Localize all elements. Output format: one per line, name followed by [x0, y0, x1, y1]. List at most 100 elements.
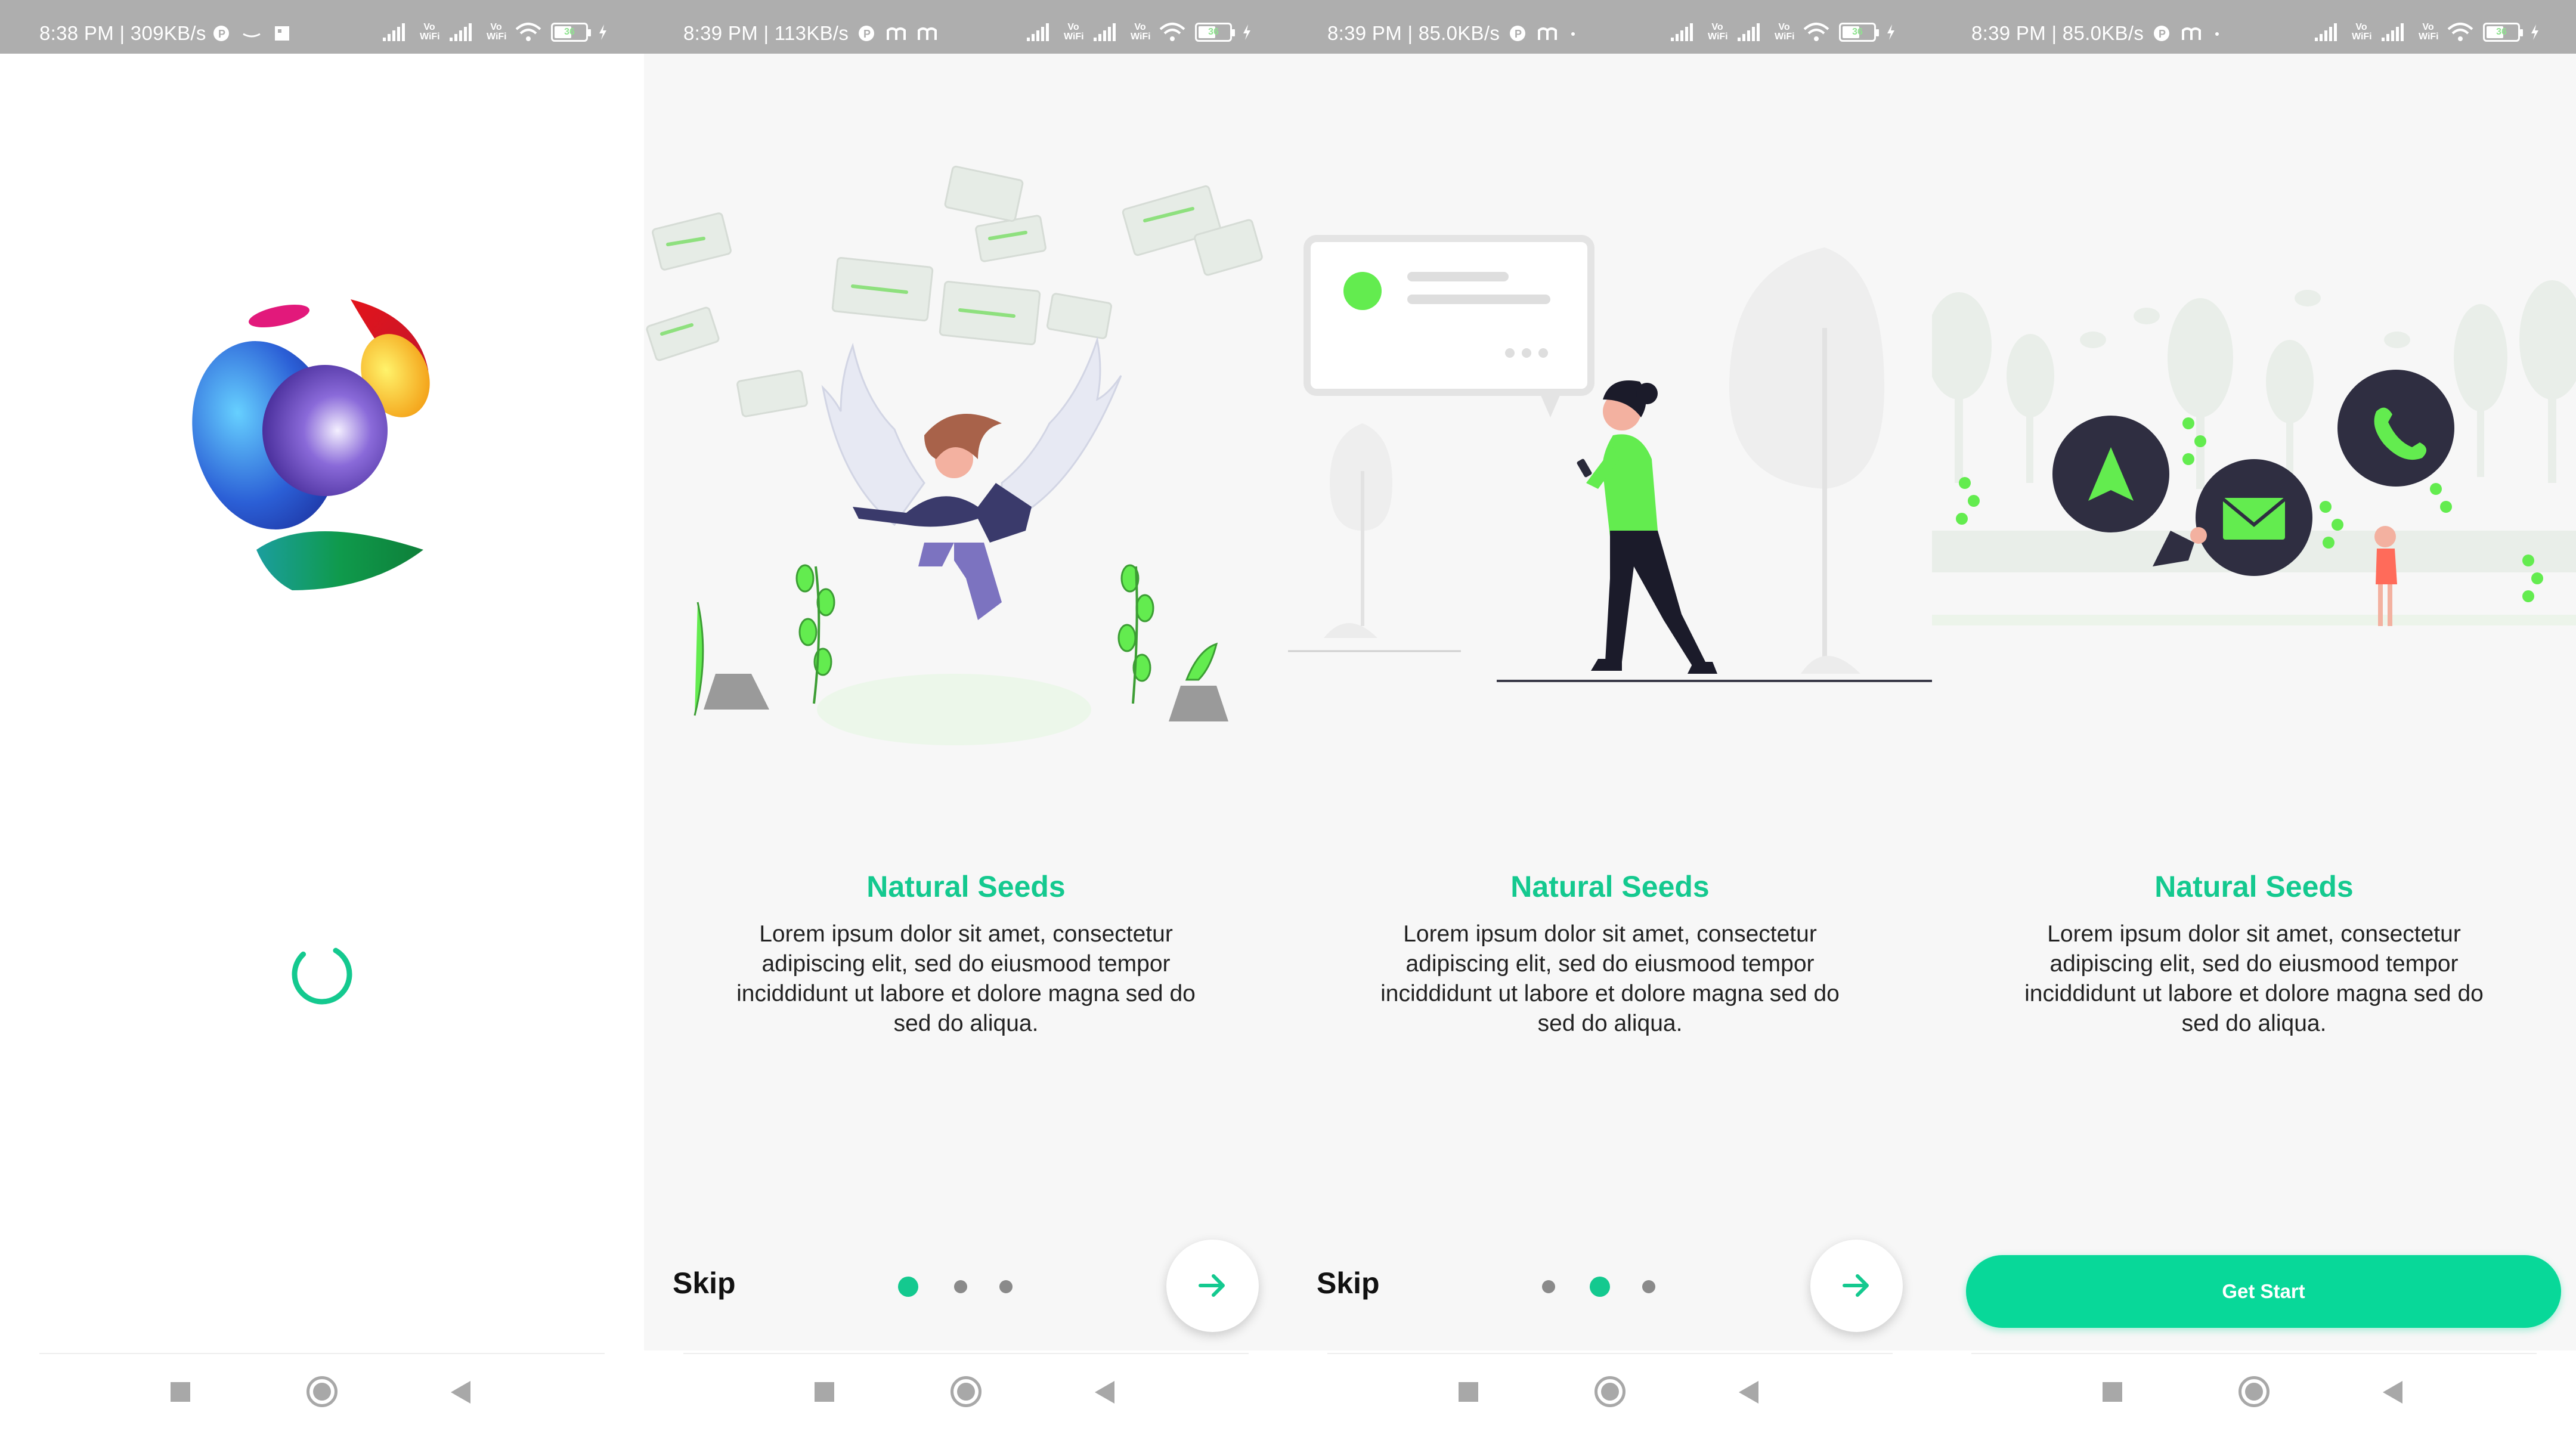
system-icons: Vo WiFi Vo WiFi 36: [1670, 20, 1896, 44]
amazon-icon: [243, 33, 261, 38]
signal-icon: [450, 23, 472, 41]
battery-icon: 36: [1839, 23, 1879, 42]
battery-icon: 36: [551, 23, 591, 42]
navigation-bar: [1288, 1351, 1932, 1431]
loading-spinner: [292, 944, 352, 1005]
divider: [39, 1353, 605, 1354]
divider: [1971, 1353, 2537, 1354]
m-app-icon: [1538, 27, 1557, 40]
skip-button[interactable]: Skip: [673, 1266, 736, 1300]
charging-icon: [1243, 24, 1250, 40]
navigation-bar: [644, 1351, 1288, 1431]
navigation-bar: [1932, 1351, 2576, 1431]
onboarding-description: Lorem ipsum dolor sit amet, consectetur …: [2024, 921, 2484, 1036]
more-notifications-icon: [2215, 32, 2219, 36]
page-dot: [954, 1280, 967, 1293]
app-logo: [192, 299, 430, 590]
pinterest-icon: P: [1510, 26, 1525, 41]
pinterest-icon: P: [2154, 26, 2169, 41]
page-indicator: [1542, 1274, 1685, 1297]
status-bar: 8:39 PM | 85.0KB/s P Vo WiFi Vo WiFi 36: [1932, 0, 2576, 54]
wifi-icon: [1159, 23, 1185, 41]
status-time: 8:39 PM | 85.0KB/s: [1327, 22, 1500, 44]
vowifi-label: Vo WiFi: [1708, 22, 1728, 42]
home-button[interactable]: [950, 1376, 982, 1407]
system-icons: Vo WiFi Vo WiFi 36: [382, 20, 608, 44]
signal-icon: [1027, 23, 1049, 41]
angel-illustration: [646, 165, 1263, 745]
svg-text:P: P: [863, 28, 871, 40]
divider: [1327, 1353, 1893, 1354]
divider: [683, 1353, 1249, 1354]
notification-icons: P: [1509, 21, 1578, 45]
back-button[interactable]: [2383, 1381, 2402, 1404]
status-bar: 8:38 PM | 309KB/s P Vo WiFi Vo WiFi 36: [0, 0, 644, 54]
next-button[interactable]: [1810, 1240, 1903, 1332]
back-button[interactable]: [1095, 1381, 1114, 1404]
pinterest-icon: P: [213, 26, 229, 41]
wifi-icon: [2447, 23, 2473, 41]
wifi-icon: [515, 23, 541, 41]
onboarding-screen-3: 8:39 PM | 85.0KB/s P VoWiFi VoWiFi 36: [1932, 0, 2576, 1431]
signal-icon: [1094, 23, 1116, 41]
walking-person-illustration: [1288, 235, 1932, 682]
get-start-button[interactable]: Get Start: [1966, 1255, 2561, 1328]
page-indicator: [898, 1274, 1041, 1297]
recents-button[interactable]: [171, 1382, 190, 1402]
notification-icons: P: [2153, 21, 2222, 45]
vowifi-label: Vo WiFi: [1775, 22, 1795, 42]
onboarding-screen-2: 8:39 PM | 85.0KB/s P VoWiFi VoWiFi 36: [1288, 0, 1932, 1431]
arrow-right-icon: [1199, 1274, 1225, 1297]
home-button[interactable]: [1594, 1376, 1626, 1407]
charging-icon: [599, 24, 606, 40]
svg-text:P: P: [1515, 28, 1522, 40]
signal-icon: [2315, 23, 2337, 41]
battery-icon: 36: [2483, 23, 2523, 42]
back-button[interactable]: [1739, 1381, 1758, 1404]
charging-icon: [2531, 24, 2538, 40]
system-icons: Vo WiFi Vo WiFi 36: [1026, 20, 1252, 44]
vowifi-label: Vo WiFi: [2419, 22, 2439, 42]
vowifi-label: Vo WiFi: [2352, 22, 2372, 42]
recents-button[interactable]: [815, 1382, 834, 1402]
skip-button[interactable]: Skip: [1317, 1266, 1380, 1300]
vowifi-label: Vo WiFi: [420, 22, 440, 42]
page-dot: [1542, 1280, 1555, 1293]
recents-button[interactable]: [1459, 1382, 1478, 1402]
vowifi-label: Vo WiFi: [487, 22, 507, 42]
page-dot-active: [898, 1277, 918, 1297]
onboarding-screen-1: 8:39 PM | 113KB/s P Vo WiFi Vo WiFi 36 N…: [644, 0, 1288, 1431]
signal-icon: [1671, 23, 1693, 41]
status-time: 8:38 PM | 309KB/s: [39, 22, 206, 44]
arrow-right-icon: [1843, 1274, 1869, 1297]
m-app-icon: [2182, 27, 2201, 40]
onboarding-title: Natural Seeds: [2154, 870, 2354, 903]
notification-icons: P: [212, 21, 291, 45]
charging-icon: [1887, 24, 1894, 40]
onboarding-title: Natural Seeds: [866, 870, 1066, 903]
system-icons: Vo WiFi Vo WiFi 36: [2314, 20, 2540, 44]
next-button[interactable]: [1166, 1240, 1259, 1332]
onboarding-title: Natural Seeds: [1510, 870, 1710, 903]
page-dot-active: [1590, 1277, 1610, 1297]
svg-text:P: P: [218, 28, 225, 40]
status-time: 8:39 PM | 85.0KB/s: [1971, 22, 2144, 44]
communication-illustration: [1932, 280, 2576, 626]
more-notifications-icon: [1571, 32, 1575, 36]
notification-icons: P: [857, 21, 937, 45]
battery-icon: 36: [1195, 23, 1235, 42]
page-dot: [999, 1280, 1013, 1293]
signal-icon: [1738, 23, 1760, 41]
gallery-icon: [275, 26, 289, 41]
home-button[interactable]: [306, 1376, 338, 1407]
signal-icon: [383, 23, 405, 41]
recents-button[interactable]: [2103, 1382, 2122, 1402]
status-time: 8:39 PM | 113KB/s: [683, 22, 849, 44]
pinterest-icon: P: [859, 26, 874, 41]
back-button[interactable]: [451, 1381, 470, 1404]
status-bar: 8:39 PM | 113KB/s P Vo WiFi Vo WiFi 36: [644, 0, 1288, 54]
vowifi-label: Vo WiFi: [1131, 22, 1151, 42]
wifi-icon: [1803, 23, 1829, 41]
m-app-icon: [887, 27, 906, 40]
home-button[interactable]: [2238, 1376, 2270, 1407]
